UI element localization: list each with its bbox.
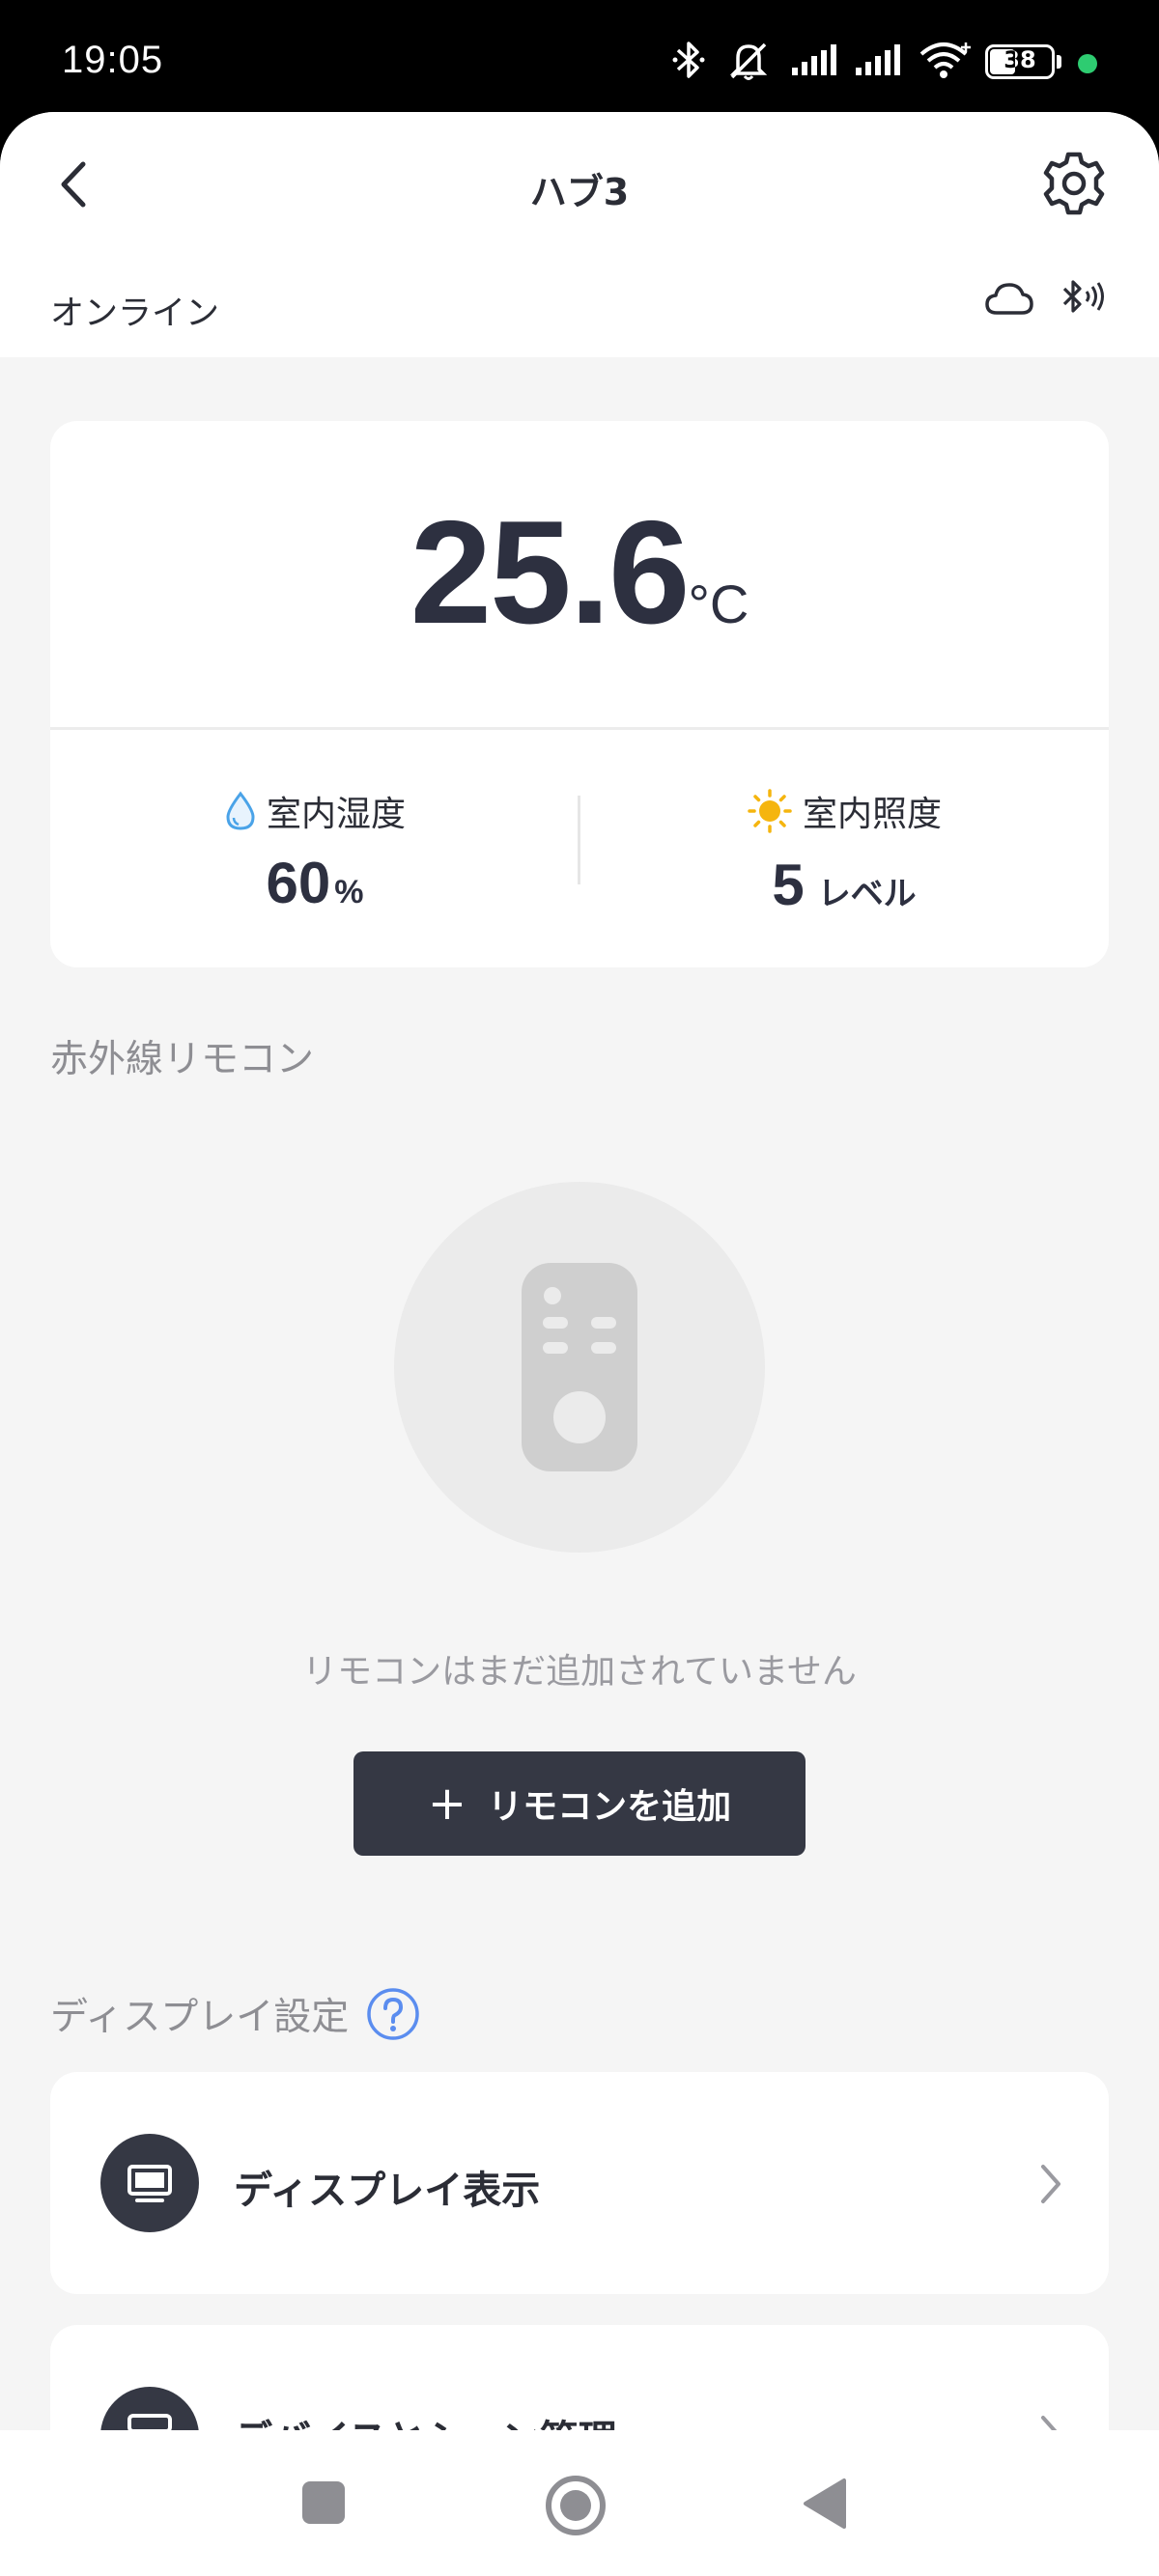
device-scene-item-label: デバイスとシーン管理: [234, 2408, 617, 2430]
status-time: 19:05: [62, 39, 164, 81]
back-nav-button[interactable]: [802, 2477, 848, 2531]
empty-state-message: リモコンはまだ追加されていません: [302, 1652, 857, 1692]
illuminance-section: 室内照度 5 レベル: [580, 786, 1109, 918]
humidity-section: 室内湿度 60%: [50, 786, 580, 916]
cloud-icon: [985, 283, 1033, 315]
signal-icon: [792, 44, 836, 75]
monitor-icon: [100, 2134, 199, 2232]
humidity-label: 室内湿度: [266, 795, 406, 834]
humidity-value: 60: [266, 851, 331, 915]
battery-icon: 38: [985, 44, 1062, 79]
connection-status: オンライン: [50, 294, 220, 333]
bluetooth-icon: [672, 42, 705, 78]
gear-icon[interactable]: [1039, 149, 1109, 218]
temperature-display: 25.6°C: [50, 489, 1109, 658]
add-remote-button[interactable]: + リモコンを追加: [353, 1751, 806, 1856]
display-settings-item[interactable]: ディスプレイ表示: [50, 2072, 1109, 2294]
divider: [50, 727, 1109, 730]
illuminance-label: 室内照度: [802, 795, 942, 834]
sun-icon: [748, 789, 792, 833]
system-navigation-bar: [0, 2430, 1159, 2576]
chevron-right-icon: [1041, 2416, 1058, 2430]
display-settings-section-title: ディスプレイ設定: [50, 1987, 420, 2041]
temperature-unit: °C: [688, 574, 749, 634]
chevron-right-icon: [1041, 2165, 1060, 2203]
sensor-card: 25.6°C 室内湿度 60% 室内照度 5 レベル: [50, 421, 1109, 967]
ir-remote-section-title: 赤外線リモコン: [50, 1038, 315, 1081]
display-settings-label: ディスプレイ設定: [50, 1996, 350, 2039]
water-drop-icon: [226, 791, 255, 830]
temperature-value: 25.6: [410, 490, 691, 655]
add-remote-label: リモコンを追加: [488, 1787, 732, 1827]
page-title: ハブ3: [529, 171, 630, 213]
help-icon[interactable]: [366, 1987, 420, 2041]
bluetooth-signal-icon: [1062, 280, 1104, 313]
display-settings-item-label: ディスプレイ表示: [234, 2169, 541, 2213]
status-bar: 19:05 38: [0, 0, 1159, 114]
illuminance-value: 5: [772, 853, 805, 917]
device-icon: [100, 2387, 199, 2430]
wifi-icon: [919, 42, 971, 78]
header: ハブ3 オンライン: [0, 112, 1159, 357]
remote-control-icon: [394, 1182, 765, 1553]
humidity-unit: %: [334, 874, 364, 910]
recent-apps-button[interactable]: [299, 2478, 348, 2527]
app-screen: ハブ3 オンライン 25.6°C 室内湿度 60 % 室内照度 5 レベル 赤外…: [0, 112, 1159, 2430]
dot-icon: [1078, 54, 1097, 73]
home-button[interactable]: [544, 2474, 608, 2537]
mute-icon: [729, 42, 768, 80]
device-scene-item[interactable]: デバイスとシーン管理: [50, 2325, 1109, 2430]
plus-icon: +: [427, 1777, 467, 1831]
signal-icon: [856, 44, 900, 75]
battery-level: 38: [1004, 46, 1036, 73]
illuminance-unit: レベル: [817, 876, 917, 912]
